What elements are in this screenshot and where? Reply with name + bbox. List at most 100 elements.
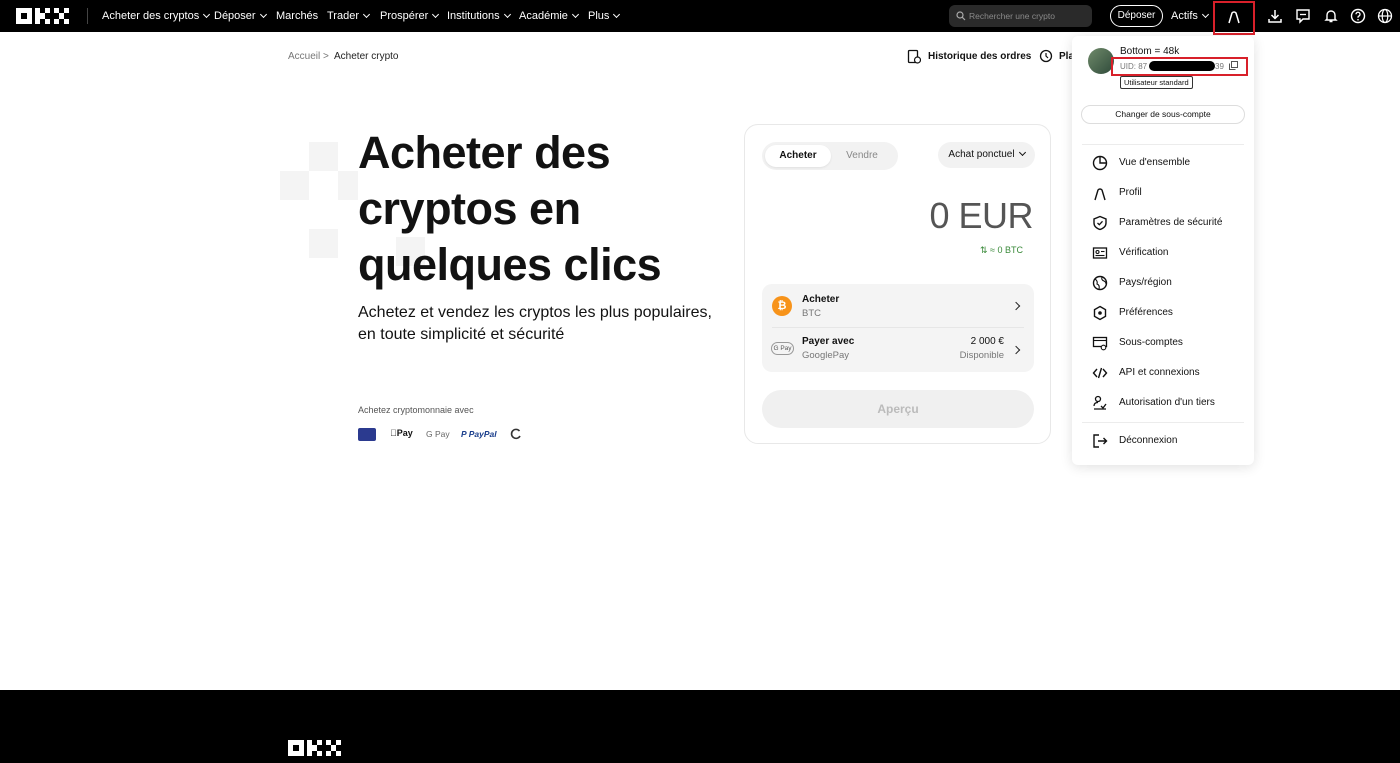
okx-footer-logo[interactable]: [288, 740, 342, 756]
menu-item-logout[interactable]: Déconnexion: [1072, 428, 1254, 454]
hero-subtitle-line: en toute simplicité et sécurité: [358, 326, 565, 343]
chevron-down-icon: [571, 10, 579, 19]
chevron-down-icon: [503, 10, 511, 19]
preview-button[interactable]: Aperçu: [762, 390, 1034, 428]
globe-icon[interactable]: [1377, 8, 1393, 24]
tab-buy[interactable]: Acheter: [765, 145, 831, 167]
menu-item-label: Vérification: [1119, 247, 1169, 258]
nav-item-buy-crypto[interactable]: Acheter des cryptos: [102, 10, 211, 22]
asset-payment-selector: ₿ Acheter BTC G Pay Payer avec GooglePay…: [762, 284, 1034, 372]
bitcoin-icon: ₿: [772, 296, 792, 316]
chevron-down-icon: [362, 10, 371, 19]
nav-item-deposit[interactable]: Déposer: [214, 10, 267, 22]
buy-asset-row[interactable]: ₿ Acheter BTC: [762, 284, 1034, 327]
pay-row-status: Disponible: [959, 350, 1004, 361]
decorative-pixel: [309, 229, 338, 258]
chat-icon[interactable]: [1295, 8, 1311, 24]
nav-item-academy[interactable]: Académie: [519, 10, 579, 22]
menu-item-overview[interactable]: Vue d'ensemble: [1072, 150, 1254, 176]
assets-menu[interactable]: Actifs: [1171, 10, 1209, 22]
code-icon: [1092, 367, 1108, 379]
profile-highlight: [1213, 1, 1255, 35]
breadcrumb-home[interactable]: Accueil: [288, 51, 320, 62]
google-pay-icon: G Pay: [771, 342, 794, 355]
chevron-down-icon: [1201, 10, 1209, 19]
sepa-logo: [358, 428, 376, 441]
other-payment-logo: [510, 428, 521, 440]
okx-logo[interactable]: [16, 8, 70, 24]
chevron-right-icon: [1011, 301, 1021, 311]
chevron-down-icon: [203, 10, 211, 19]
menu-item-label: Préférences: [1119, 307, 1173, 318]
order-history-link[interactable]: Historique des ordres: [928, 51, 1031, 62]
decorative-pixel: [338, 171, 358, 200]
nav-label: Marchés: [276, 10, 319, 22]
hero-title-line: Acheter des: [358, 127, 611, 178]
pie-chart-icon: [1092, 155, 1108, 171]
shield-icon: [1093, 215, 1107, 231]
apple-pay-logo: Pay: [390, 428, 413, 438]
id-card-icon: [1092, 247, 1108, 259]
pay-method-row[interactable]: G Pay Payer avec GooglePay 2 000 € Dispo…: [762, 328, 1034, 372]
trade-card: Acheter Vendre Achat ponctuel 0 EUR ⇅ ≈ …: [744, 124, 1051, 444]
bell-icon[interactable]: [1323, 8, 1339, 24]
menu-item-security[interactable]: Paramètres de sécurité: [1072, 210, 1254, 236]
menu-item-label: Vue d'ensemble: [1119, 157, 1191, 168]
switch-subaccount-button[interactable]: Changer de sous-compte: [1081, 105, 1245, 124]
menu-item-label: Déconnexion: [1119, 435, 1178, 446]
nav-label: Déposer: [214, 10, 256, 22]
third-party-icon: [1093, 395, 1107, 410]
globe-icon: [1092, 275, 1108, 291]
decorative-pixel: [280, 171, 309, 200]
footer: [0, 690, 1400, 763]
buy-row-asset: BTC: [802, 308, 821, 319]
search-bar[interactable]: [949, 5, 1092, 27]
menu-divider: [1082, 422, 1244, 423]
nav-item-grow[interactable]: Prospérer: [380, 10, 440, 22]
menu-item-third-party[interactable]: Autorisation d'un tiers: [1072, 390, 1254, 416]
order-history-icon: [907, 49, 921, 64]
nav-item-institutions[interactable]: Institutions: [447, 10, 511, 22]
nav-label: Trader: [327, 10, 359, 22]
chevron-right-icon: [1011, 345, 1021, 355]
menu-item-profile[interactable]: Profil: [1072, 180, 1254, 206]
top-navigation-bar: Acheter des cryptos Déposer Marchés Trad…: [0, 0, 1400, 32]
user-name: Bottom = 48k: [1120, 46, 1180, 57]
hero-title-line: cryptos en: [358, 183, 581, 234]
chevron-down-icon: [613, 10, 621, 19]
google-pay-logo: G Pay: [426, 429, 450, 439]
hero-title: Acheter des cryptos en quelques clics: [358, 125, 738, 293]
nav-item-more[interactable]: Plus: [588, 10, 621, 22]
nav-label: Acheter des cryptos: [102, 10, 200, 22]
nav-item-trade[interactable]: Trader: [327, 10, 371, 22]
menu-divider: [1082, 144, 1244, 145]
settings-icon: [1093, 305, 1107, 321]
decorative-pixel: [309, 142, 338, 171]
buy-sell-toggle: Acheter Vendre: [762, 142, 898, 170]
menu-item-subaccounts[interactable]: Sous-comptes: [1072, 330, 1254, 356]
order-type-label: Achat ponctuel: [948, 149, 1015, 160]
nav-label: Académie: [519, 10, 568, 22]
nav-item-markets[interactable]: Marchés: [276, 10, 318, 22]
amount-display[interactable]: 0 EUR: [929, 195, 1033, 237]
menu-item-country-region[interactable]: Pays/région: [1072, 270, 1254, 296]
search-icon: [956, 11, 966, 21]
conversion-estimate[interactable]: ⇅ ≈ 0 BTC: [980, 245, 1023, 256]
uid-highlight: [1111, 57, 1248, 76]
menu-item-preferences[interactable]: Préférences: [1072, 300, 1254, 326]
menu-item-label: Pays/région: [1119, 277, 1172, 288]
chevron-down-icon: [432, 10, 440, 19]
hero-subtitle: Achetez et vendez les cryptos les plus p…: [358, 302, 743, 346]
chevron-down-icon: [1018, 148, 1026, 157]
deposit-button[interactable]: Déposer: [1110, 5, 1163, 27]
breadcrumb-separator: >: [323, 51, 329, 62]
search-input[interactable]: [969, 9, 1087, 23]
download-icon[interactable]: [1267, 8, 1283, 24]
nav-label: Plus: [588, 10, 610, 22]
pay-row-method: GooglePay: [802, 350, 850, 361]
tab-sell[interactable]: Vendre: [829, 145, 895, 167]
menu-item-verification[interactable]: Vérification: [1072, 240, 1254, 266]
help-icon[interactable]: [1350, 8, 1366, 24]
menu-item-api[interactable]: API et connexions: [1072, 360, 1254, 386]
order-type-dropdown[interactable]: Achat ponctuel: [938, 142, 1035, 168]
